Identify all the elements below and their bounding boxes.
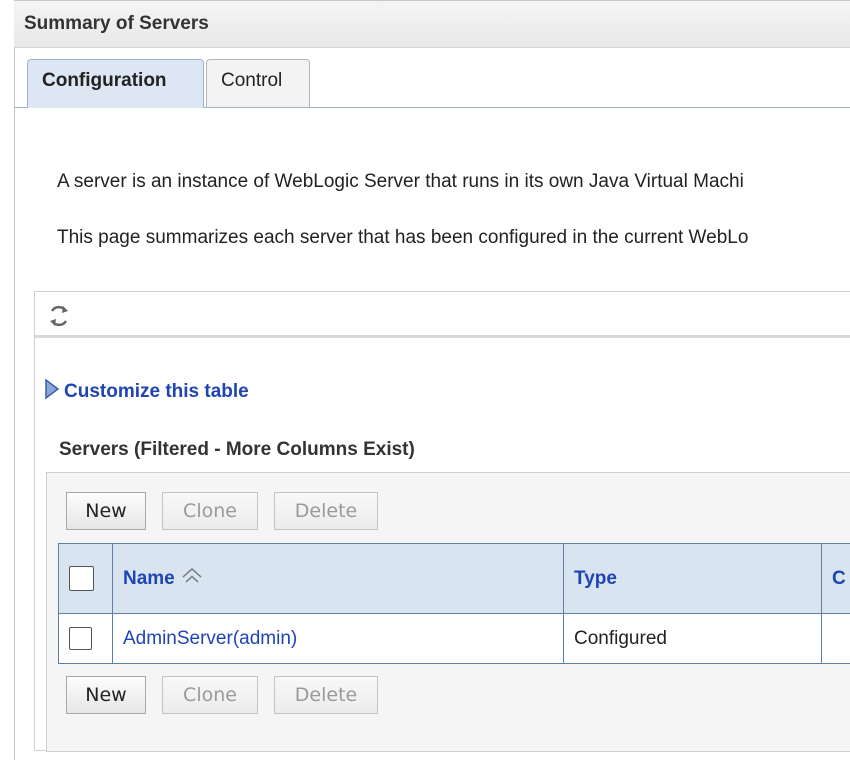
row-checkbox[interactable] <box>69 627 92 650</box>
column-header-name[interactable]: Name <box>113 544 564 614</box>
clone-button-bottom[interactable]: Clone <box>162 676 258 714</box>
servers-table-title: Servers (Filtered - More Columns Exist) <box>59 439 415 461</box>
page-title: Summary of Servers <box>24 13 209 35</box>
select-all-cell <box>59 544 113 614</box>
table-toolbar <box>35 292 850 338</box>
refresh-icon[interactable] <box>46 303 72 329</box>
select-all-checkbox[interactable] <box>69 566 94 591</box>
server-type-cell: Configured <box>564 614 822 664</box>
table-row: AdminServer(admin) Configured <box>59 614 850 664</box>
delete-button-top[interactable]: Delete <box>274 492 378 530</box>
title-bar: Summary of Servers <box>14 0 850 48</box>
column-header-type[interactable]: Type <box>564 544 822 614</box>
server-name-link[interactable]: AdminServer(admin) <box>123 628 297 649</box>
new-button-bottom[interactable]: New <box>66 676 146 714</box>
customize-table-link[interactable]: Customize this table <box>44 378 249 404</box>
column-header-name-label: Name <box>123 568 175 589</box>
table-header-row: Name Type C <box>59 544 850 614</box>
servers-table: Name Type C AdminServer(admin) Configure… <box>58 543 850 664</box>
server-name-cell: AdminServer(admin) <box>113 614 564 664</box>
description-line-2: This page summarizes each server that ha… <box>57 227 748 249</box>
description-line-1: A server is an instance of WebLogic Serv… <box>57 171 744 193</box>
sort-ascending-icon[interactable] <box>181 567 203 591</box>
clone-button-top[interactable]: Clone <box>162 492 258 530</box>
delete-button-bottom[interactable]: Delete <box>274 676 378 714</box>
new-button-top[interactable]: New <box>66 492 146 530</box>
row-select-cell <box>59 614 113 664</box>
expand-triangle-icon <box>44 378 60 406</box>
column-header-c[interactable]: C <box>822 544 850 614</box>
tab-configuration[interactable]: Configuration <box>27 59 204 108</box>
tab-control[interactable]: Control <box>206 59 310 107</box>
server-c-cell <box>822 614 850 664</box>
customize-table-label: Customize this table <box>64 381 249 402</box>
